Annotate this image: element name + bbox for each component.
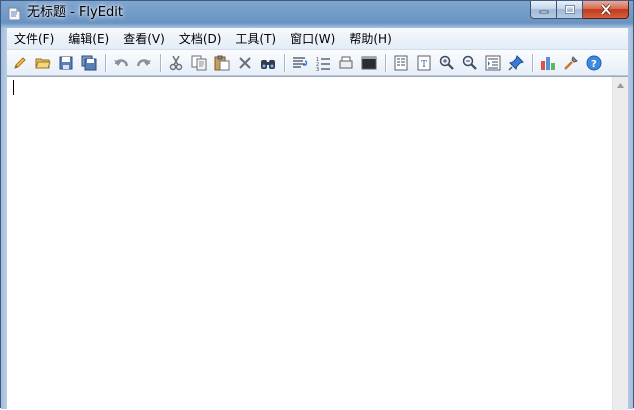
document-info-button[interactable]: T bbox=[414, 53, 434, 73]
menu-window[interactable]: 窗口(W) bbox=[283, 29, 342, 49]
scroll-up-button[interactable] bbox=[613, 77, 628, 93]
indent-button[interactable] bbox=[483, 53, 503, 73]
properties-icon bbox=[394, 55, 408, 70]
tools-button[interactable] bbox=[561, 53, 581, 73]
save-all-icon bbox=[81, 55, 97, 70]
toolbar-separator bbox=[160, 53, 161, 72]
pin-button[interactable] bbox=[506, 53, 526, 73]
toolbar-separator bbox=[532, 53, 533, 72]
svg-text:T: T bbox=[421, 60, 427, 70]
paste-icon bbox=[214, 55, 230, 70]
close-button[interactable] bbox=[583, 1, 629, 19]
console-icon bbox=[361, 56, 377, 69]
delete-icon bbox=[239, 56, 251, 69]
indent-icon bbox=[485, 55, 501, 70]
statistics-icon bbox=[541, 56, 555, 70]
undo-button[interactable] bbox=[111, 53, 131, 73]
arrow-up-icon bbox=[617, 82, 624, 88]
title-bar[interactable]: 无标题 - FlyEdit bbox=[1, 1, 633, 25]
svg-text:?: ? bbox=[591, 59, 597, 70]
print-icon bbox=[339, 56, 353, 68]
document-icon[interactable] bbox=[8, 6, 21, 21]
menu-document[interactable]: 文档(D) bbox=[172, 29, 229, 49]
cut-button[interactable] bbox=[166, 53, 186, 73]
menu-tools[interactable]: 工具(T) bbox=[228, 29, 283, 49]
save-all-button[interactable] bbox=[79, 53, 99, 73]
delete-button[interactable] bbox=[235, 53, 255, 73]
menu-edit[interactable]: 编辑(E) bbox=[61, 29, 116, 49]
caption-buttons bbox=[530, 1, 629, 20]
menu-file[interactable]: 文件(F) bbox=[7, 29, 61, 49]
redo-icon bbox=[136, 58, 151, 66]
undo-icon bbox=[114, 58, 129, 66]
statistics-button[interactable] bbox=[538, 53, 558, 73]
save-button[interactable] bbox=[56, 53, 76, 73]
word-wrap-icon bbox=[293, 56, 308, 68]
maximize-icon bbox=[564, 4, 575, 14]
open-button[interactable] bbox=[33, 53, 53, 73]
properties-button[interactable] bbox=[391, 53, 411, 73]
text-editor[interactable] bbox=[7, 76, 628, 410]
app-window: 无标题 - FlyEdit 文件(F) 编辑(E) 查看(V) 文档(D) 工具… bbox=[0, 0, 634, 410]
zoom-out-icon bbox=[462, 55, 477, 70]
toolbar-separator bbox=[105, 53, 106, 72]
zoom-out-button[interactable] bbox=[460, 53, 480, 73]
new-button[interactable] bbox=[10, 53, 30, 73]
save-icon bbox=[59, 56, 73, 69]
menu-bar: 文件(F) 编辑(E) 查看(V) 文档(D) 工具(T) 窗口(W) 帮助(H… bbox=[7, 28, 628, 50]
tools-icon bbox=[564, 55, 578, 70]
copy-button[interactable] bbox=[189, 53, 209, 73]
paste-button[interactable] bbox=[212, 53, 232, 73]
redo-button[interactable] bbox=[134, 53, 154, 73]
find-button[interactable] bbox=[258, 53, 278, 73]
toolbar-separator bbox=[284, 53, 285, 72]
help-icon: ? bbox=[586, 55, 602, 70]
console-button[interactable] bbox=[359, 53, 379, 73]
text-caret bbox=[13, 80, 14, 95]
line-numbers-button[interactable]: 123 bbox=[313, 53, 333, 73]
open-icon bbox=[35, 58, 51, 68]
svg-text:3: 3 bbox=[316, 67, 319, 71]
zoom-in-button[interactable] bbox=[437, 53, 457, 73]
find-icon bbox=[261, 59, 275, 69]
help-button[interactable]: ? bbox=[584, 53, 604, 73]
toolbar-separator bbox=[385, 53, 386, 72]
line-numbers-icon: 123 bbox=[316, 57, 330, 71]
minimize-button[interactable] bbox=[530, 1, 557, 19]
maximize-button[interactable] bbox=[557, 1, 583, 19]
vertical-scrollbar[interactable] bbox=[612, 77, 628, 410]
window-title: 无标题 - FlyEdit bbox=[27, 5, 123, 20]
pin-icon bbox=[508, 54, 524, 71]
copy-icon bbox=[191, 55, 207, 70]
zoom-in-icon bbox=[439, 55, 454, 70]
close-icon bbox=[600, 4, 611, 15]
print-button[interactable] bbox=[336, 53, 356, 73]
menu-view[interactable]: 查看(V) bbox=[116, 29, 172, 49]
word-wrap-button[interactable] bbox=[290, 53, 310, 73]
new-icon bbox=[14, 56, 26, 69]
toolbar: 123 T ? bbox=[7, 50, 628, 76]
menu-help[interactable]: 帮助(H) bbox=[342, 29, 398, 49]
cut-icon bbox=[169, 55, 183, 70]
document-info-icon: T bbox=[417, 55, 431, 70]
minimize-icon bbox=[539, 10, 548, 13]
